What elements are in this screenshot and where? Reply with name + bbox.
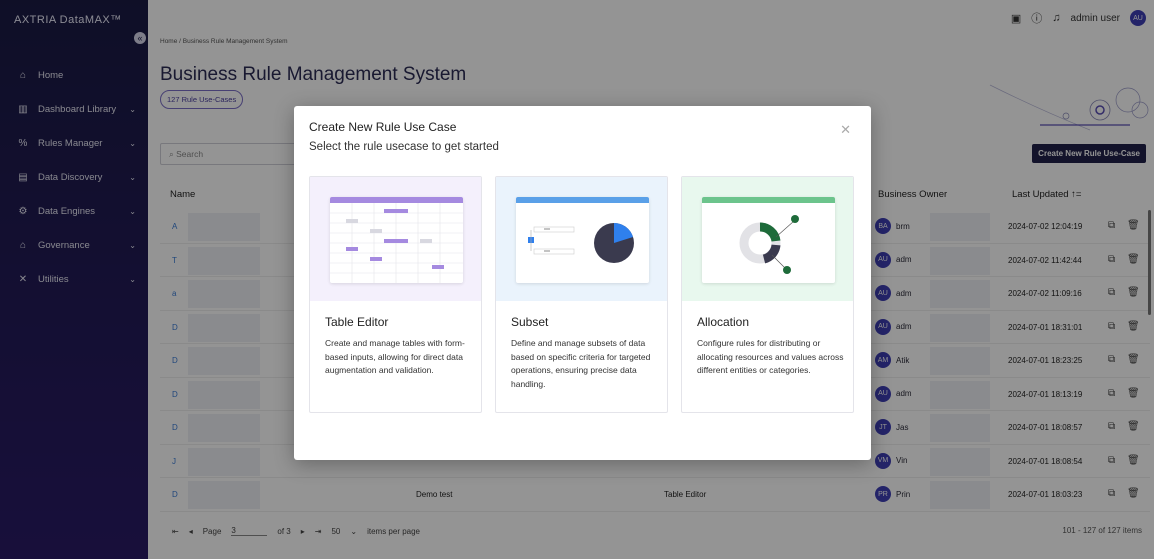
card-table-editor[interactable]: Table Editor Create and manage tables wi… <box>309 176 482 413</box>
table-editor-illustration <box>310 177 481 301</box>
card-description: Create and manage tables with form-based… <box>325 338 465 375</box>
allocation-donut-icon <box>702 197 835 283</box>
close-icon[interactable]: ✕ <box>840 122 851 138</box>
card-title: Table Editor <box>325 315 389 329</box>
card-description: Define and manage subsets of data based … <box>511 338 651 389</box>
card-subset[interactable]: Subset Define and manage subsets of data… <box>495 176 668 413</box>
create-rule-modal: Create New Rule Use Case Select the rule… <box>294 106 871 460</box>
subset-illustration <box>496 177 667 301</box>
allocation-illustration <box>682 177 853 301</box>
card-description: Configure rules for distributing or allo… <box>697 338 844 375</box>
subset-pie-icon <box>516 197 649 283</box>
table-grid-icon <box>330 197 463 283</box>
modal-title: Create New Rule Use Case <box>309 120 457 134</box>
card-allocation[interactable]: Allocation Configure rules for distribut… <box>681 176 854 413</box>
modal-subtitle: Select the rule usecase to get started <box>309 141 499 153</box>
card-title: Subset <box>511 315 549 329</box>
card-title: Allocation <box>697 315 750 329</box>
